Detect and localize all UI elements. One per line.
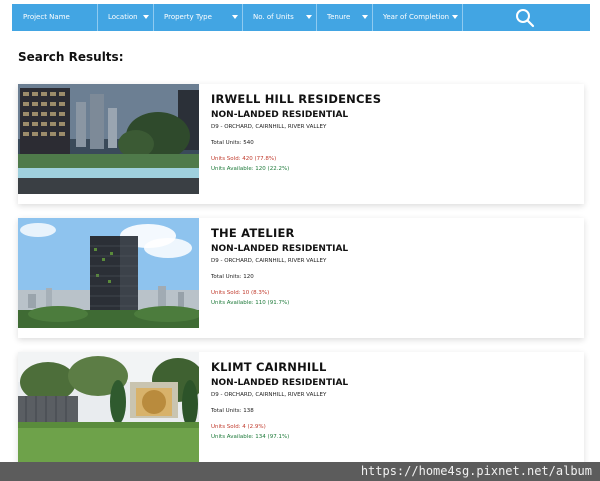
search-icon xyxy=(516,9,535,28)
chevron-down-icon xyxy=(143,15,149,19)
watermark-bar: https://home4sg.pixnet.net/album xyxy=(0,462,600,481)
units-sold: Units Sold: 420 (77.8%) xyxy=(211,156,277,162)
project-info: KLIMT CAIRNHILL NON-LANDED RESIDENTIAL D… xyxy=(211,360,348,440)
search-button[interactable] xyxy=(515,8,535,28)
chevron-down-icon xyxy=(452,15,458,19)
property-type-dropdown[interactable]: Property Type xyxy=(154,4,243,31)
location-dropdown[interactable]: Location xyxy=(98,4,154,31)
project-location: D9 - ORCHARD, CAIRNHILL, RIVER VALLEY xyxy=(211,392,327,398)
chevron-down-icon xyxy=(232,15,238,19)
chevron-down-icon xyxy=(362,15,368,19)
units-available: Units Available: 110 (91.7%) xyxy=(211,300,290,306)
total-units: Total Units: 540 xyxy=(211,140,254,146)
result-card[interactable]: THE ATELIER NON-LANDED RESIDENTIAL D9 - … xyxy=(18,218,584,338)
project-info: THE ATELIER NON-LANDED RESIDENTIAL D9 - … xyxy=(211,226,348,306)
project-info: IRWELL HILL RESIDENCES NON-LANDED RESIDE… xyxy=(211,92,381,172)
units-label: No. of Units xyxy=(253,13,294,21)
units-available: Units Available: 134 (97.1%) xyxy=(211,434,290,440)
year-dropdown[interactable]: Year of Completion xyxy=(373,4,463,31)
result-card[interactable]: IRWELL HILL RESIDENCES NON-LANDED RESIDE… xyxy=(18,84,584,204)
watermark-url: https://home4sg.pixnet.net/album xyxy=(360,464,592,478)
units-sold: Units Sold: 10 (8.3%) xyxy=(211,290,270,296)
property-type: NON-LANDED RESIDENTIAL xyxy=(211,110,349,120)
total-units: Total Units: 120 xyxy=(211,274,254,280)
units-dropdown[interactable]: No. of Units xyxy=(243,4,317,31)
units-sold: Units Sold: 4 (2.9%) xyxy=(211,424,266,430)
total-units: Total Units: 138 xyxy=(211,408,254,414)
search-results-heading: Search Results: xyxy=(18,50,124,64)
property-type: NON-LANDED RESIDENTIAL xyxy=(211,378,349,388)
year-label: Year of Completion xyxy=(383,13,450,21)
units-available: Units Available: 120 (22.2%) xyxy=(211,166,290,172)
tenure-label: Tenure xyxy=(327,13,351,21)
project-location: D9 - ORCHARD, CAIRNHILL, RIVER VALLEY xyxy=(211,124,327,130)
property-type-label: Property Type xyxy=(164,13,212,21)
result-card[interactable]: KLIMT CAIRNHILL NON-LANDED RESIDENTIAL D… xyxy=(18,352,584,472)
project-location: D9 - ORCHARD, CAIRNHILL, RIVER VALLEY xyxy=(211,258,327,264)
project-name-label: Project Name xyxy=(23,13,70,21)
tenure-dropdown[interactable]: Tenure xyxy=(317,4,373,31)
location-label: Location xyxy=(108,13,138,21)
property-type: NON-LANDED RESIDENTIAL xyxy=(211,244,349,254)
chevron-down-icon xyxy=(306,15,312,19)
project-name[interactable]: KLIMT CAIRNHILL xyxy=(211,360,348,374)
project-name[interactable]: THE ATELIER xyxy=(211,226,348,240)
search-filter-bar: Project Name Location Property Type No. … xyxy=(12,4,590,31)
project-image[interactable] xyxy=(18,84,199,194)
project-image[interactable] xyxy=(18,352,199,462)
project-name-input[interactable]: Project Name xyxy=(12,4,98,31)
project-name[interactable]: IRWELL HILL RESIDENCES xyxy=(211,92,381,106)
project-image[interactable] xyxy=(18,218,199,328)
